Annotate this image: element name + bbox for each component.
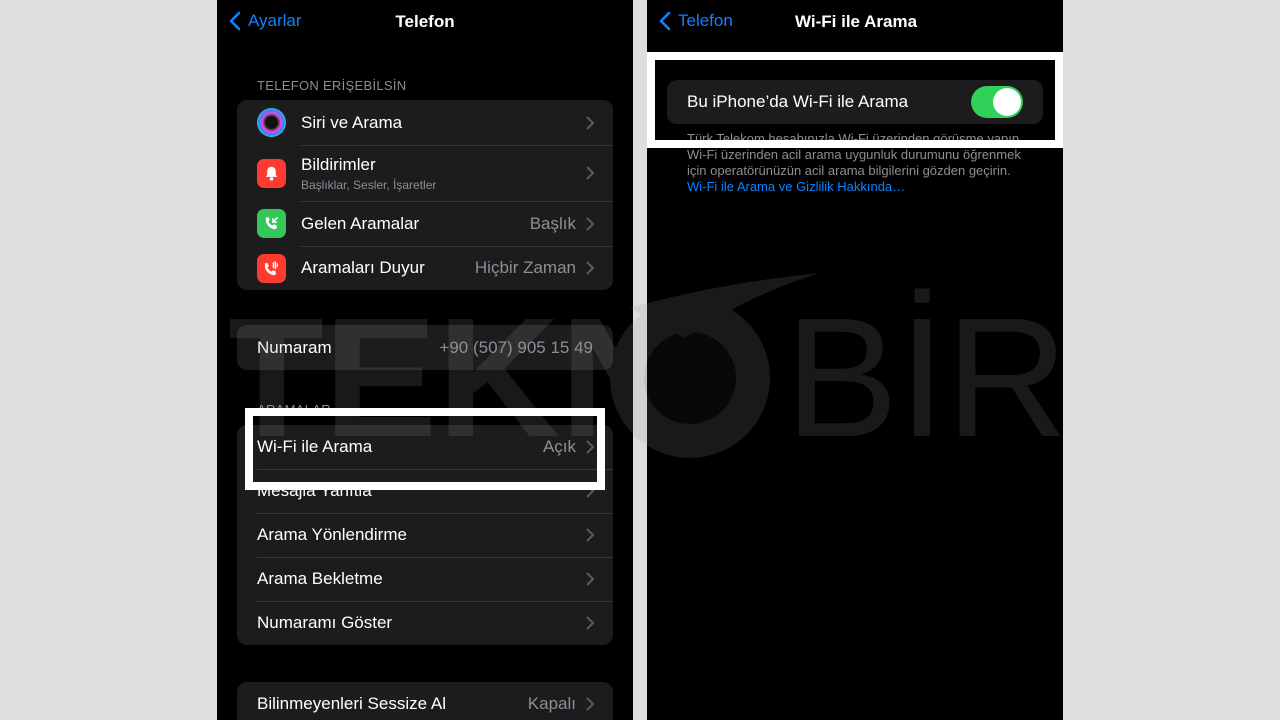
number-group: Numaram +90 (507) 905 15 49: [237, 325, 613, 370]
wifi-calling-toggle[interactable]: [971, 86, 1023, 118]
chevron-right-icon: [586, 616, 595, 630]
navigation-bar: Ayarlar Telefon: [217, 0, 633, 44]
silence-group: Bilinmeyenleri Sessize Al Kapalı: [237, 682, 613, 720]
siri-icon: [257, 108, 286, 137]
row-silence-unknown-callers[interactable]: Bilinmeyenleri Sessize Al Kapalı: [237, 682, 613, 720]
row-value: Kapalı: [527, 694, 576, 713]
row-call-waiting[interactable]: Arama Bekletme: [237, 557, 613, 601]
row-wifi-calling[interactable]: Wi-Fi ile Arama Açık: [237, 425, 613, 469]
page-title: Wi-Fi ile Arama: [795, 12, 918, 31]
row-label: Bildirimler: [301, 154, 376, 174]
row-sublabel: Başlıklar, Sesler, İşaretler: [301, 177, 437, 192]
bell-icon: [257, 158, 286, 188]
footnote: Türk Telekom hesabınızla Wi-Fi üzerinden…: [687, 131, 1033, 195]
row-show-caller-id[interactable]: Numaramı Göster: [237, 601, 613, 645]
row-value: Başlık: [529, 213, 576, 233]
chevron-right-icon: [586, 440, 595, 454]
row-incoming-calls[interactable]: Gelen Aramalar Başlık: [237, 201, 613, 246]
row-label: Gelen Aramalar: [301, 213, 420, 233]
row-label: Siri ve Arama: [301, 112, 403, 132]
back-button[interactable]: Telefon: [659, 11, 733, 31]
incoming-call-icon: [257, 209, 286, 238]
row-wifi-calling-toggle: Bu iPhone’da Wi-Fi ile Arama: [667, 80, 1043, 124]
chevron-right-icon: [586, 261, 595, 275]
row-siri[interactable]: Siri ve Arama: [237, 100, 613, 145]
privacy-link[interactable]: Wi-Fi ile Arama ve Gizlilik Hakkında…: [687, 179, 905, 194]
row-label: Wi-Fi ile Arama: [257, 437, 373, 456]
chevron-right-icon: [586, 528, 595, 542]
row-label: Numaram: [257, 337, 332, 357]
row-label: Numaramı Göster: [257, 613, 393, 632]
chevron-right-icon: [586, 697, 595, 711]
toggle-knob: [993, 88, 1021, 116]
row-my-number[interactable]: Numaram +90 (507) 905 15 49: [237, 325, 613, 370]
row-label: Arama Bekletme: [257, 569, 383, 588]
back-label: Telefon: [678, 11, 733, 30]
row-label: Bu iPhone’da Wi-Fi ile Arama: [687, 92, 909, 111]
row-value: Açık: [542, 437, 576, 456]
chevron-left-icon: [659, 11, 671, 31]
back-label: Ayarlar: [248, 11, 302, 30]
chevron-right-icon: [586, 572, 595, 586]
access-group: Siri ve Arama Bildirimler Başlıklar, Ses…: [237, 100, 613, 290]
phone-wifi-calling-screen: Telefon Wi-Fi ile Arama Bu iPhone’da Wi-…: [647, 0, 1063, 720]
announce-calls-icon: [257, 253, 286, 283]
row-notifications[interactable]: Bildirimler Başlıklar, Sesler, İşaretler: [237, 145, 613, 201]
section-header-calls: ARAMALAR: [257, 402, 331, 417]
footnote-text: Türk Telekom hesabınızla Wi-Fi üzerinden…: [687, 131, 1023, 178]
row-label: Bilinmeyenleri Sessize Al: [257, 694, 446, 713]
row-label: Arama Yönlendirme: [257, 525, 407, 544]
wifi-calling-group: Bu iPhone’da Wi-Fi ile Arama: [667, 80, 1043, 124]
section-header-access: TELEFON ERİŞEBİLSİN: [257, 78, 407, 93]
row-value: Hiçbir Zaman: [474, 258, 576, 277]
row-label: Aramaları Duyur: [301, 258, 425, 277]
phone-settings-screen: Ayarlar Telefon TELEFON ERİŞEBİLSİN Siri…: [217, 0, 633, 720]
navigation-bar: Telefon Wi-Fi ile Arama: [647, 0, 1063, 44]
row-call-forwarding[interactable]: Arama Yönlendirme: [237, 513, 613, 557]
row-announce-calls[interactable]: Aramaları Duyur Hiçbir Zaman: [237, 246, 613, 290]
row-label: Mesajla Yanıtla: [257, 481, 372, 500]
chevron-right-icon: [586, 217, 595, 231]
calls-group: Wi-Fi ile Arama Açık Mesajla Yanıtla Ara…: [237, 425, 613, 645]
chevron-left-icon: [229, 11, 241, 31]
chevron-right-icon: [586, 116, 595, 130]
phone-number-value: +90 (507) 905 15 49: [439, 337, 593, 357]
chevron-right-icon: [586, 166, 595, 180]
back-button[interactable]: Ayarlar: [229, 11, 302, 31]
chevron-right-icon: [586, 484, 595, 498]
row-respond-with-text[interactable]: Mesajla Yanıtla: [237, 469, 613, 513]
